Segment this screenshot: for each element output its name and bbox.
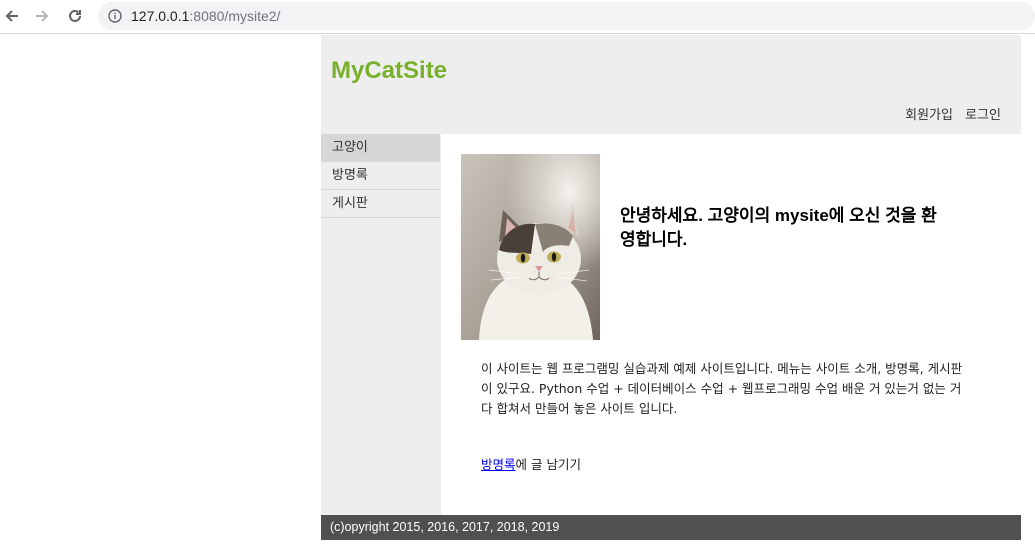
page-container: MyCatSite 회원가입 로그인 고양이 방명록 게시판 안녕하세요. 고양… (321, 35, 1021, 540)
header-links: 회원가입 로그인 (897, 104, 1001, 123)
info-icon[interactable] (108, 9, 122, 23)
sidebar-item-cat[interactable]: 고양이 (321, 134, 440, 162)
copyright-text: (c)opyright 2015, 2016, 2017, 2018, 2019 (330, 520, 560, 534)
reload-icon (69, 9, 81, 22)
forward-button[interactable] (30, 4, 54, 28)
site-description: 이 사이트는 웹 프로그램밍 실습과제 예제 사이트입니다. 메뉴는 사이트 소… (481, 361, 963, 416)
forward-arrow-icon (36, 10, 49, 22)
guestbook-prompt: 방명록에 글 남기기 (481, 454, 581, 473)
site-title[interactable]: MyCatSite (331, 57, 447, 85)
guestbook-suffix: 에 글 남기기 (515, 457, 581, 472)
cat-photo (461, 154, 600, 340)
url-host: 127.0.0.1 (131, 8, 190, 24)
site-header: MyCatSite 회원가입 로그인 (321, 35, 1021, 134)
site-footer: (c)opyright 2015, 2016, 2017, 2018, 2019 (321, 515, 1021, 540)
browser-toolbar: 127.0.0.1:8080/mysite2/ (0, 0, 1035, 34)
guestbook-link[interactable]: 방명록 (481, 457, 516, 472)
address-bar[interactable]: 127.0.0.1:8080/mysite2/ (98, 2, 1035, 30)
url-text: 127.0.0.1:8080/mysite2/ (131, 8, 280, 24)
login-link[interactable]: 로그인 (965, 108, 1001, 123)
signup-link[interactable]: 회원가입 (905, 108, 953, 123)
back-button[interactable] (0, 4, 24, 28)
reload-button[interactable] (63, 4, 87, 28)
sidebar-item-guestbook[interactable]: 방명록 (321, 162, 440, 190)
sidebar-item-board[interactable]: 게시판 (321, 190, 440, 218)
main-content: 안녕하세요. 고양이의 mysite에 오신 것을 환영합니다. 이 사이트는 … (441, 134, 1021, 515)
url-path: :8080/mysite2/ (189, 8, 281, 24)
welcome-heading: 안녕하세요. 고양이의 mysite에 오신 것을 환영합니다. (620, 206, 937, 249)
sidebar-menu: 고양이 방명록 게시판 (321, 134, 441, 515)
back-arrow-icon (5, 10, 18, 22)
